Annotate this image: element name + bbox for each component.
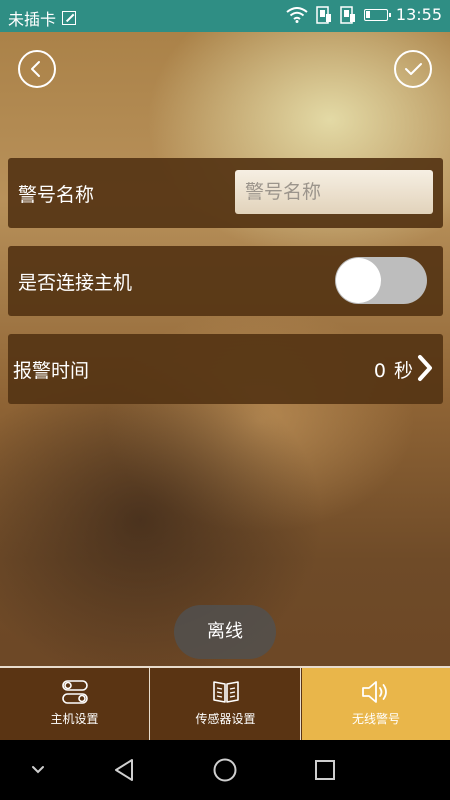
alarm-time-row[interactable]: 报警时间 0 秒 (8, 334, 443, 404)
app-screen: 未插卡 13:55 警号名称 警号名称 是否连接主机 报警时间 0 秒 离线 主… (0, 0, 450, 800)
chevron-left-icon (31, 61, 40, 77)
connect-host-toggle[interactable] (335, 257, 427, 304)
sim-card-icon (62, 11, 77, 25)
tab-sensor-settings[interactable]: 传感器设置 (151, 668, 301, 740)
book-icon (212, 681, 239, 703)
alarm-time-number: 0 (373, 360, 386, 382)
checkmark-icon (405, 63, 422, 75)
tab-wireless-siren[interactable]: 无线警号 (302, 668, 450, 740)
connect-host-label: 是否连接主机 (18, 272, 133, 294)
tab-sensor-label: 传感器设置 (195, 712, 256, 726)
alarm-name-input[interactable] (235, 170, 433, 214)
system-nav-bar (0, 740, 450, 800)
alarm-indicator-icon (340, 5, 355, 24)
home-circle-icon[interactable] (212, 757, 238, 783)
battery-icon (363, 8, 391, 21)
offline-toast: 离线 (174, 605, 276, 659)
speaker-icon (362, 681, 387, 703)
tab-host-settings[interactable]: 主机设置 (0, 668, 150, 740)
alarm-indicator-icon (316, 5, 331, 24)
alarm-time-value: 0 秒 (374, 356, 413, 383)
recents-square-icon[interactable] (313, 758, 337, 782)
tab-host-label: 主机设置 (50, 712, 99, 726)
bottom-tab-bar: 主机设置 传感器设置 无线警号 (0, 666, 450, 742)
chevron-down-icon[interactable] (30, 764, 46, 776)
tab-wireless-siren-label: 无线警号 (351, 712, 400, 726)
back-triangle-icon[interactable] (112, 757, 136, 783)
alarm-name-row: 警号名称 (8, 158, 443, 228)
alarm-time-label: 报警时间 (13, 360, 90, 382)
confirm-button[interactable] (394, 50, 432, 88)
chevron-right-icon (418, 355, 432, 381)
status-bar: 未插卡 13:55 (0, 0, 450, 32)
alarm-time-unit: 秒 (393, 360, 413, 382)
back-button[interactable] (18, 50, 56, 88)
status-time: 13:55 (395, 5, 442, 24)
toggle-knob (336, 258, 381, 303)
wifi-icon (286, 6, 308, 23)
carrier-text: 未插卡 (8, 10, 57, 29)
connect-host-row: 是否连接主机 (8, 246, 443, 316)
toggle-switches-icon (61, 680, 88, 704)
alarm-name-label: 警号名称 (18, 184, 95, 206)
